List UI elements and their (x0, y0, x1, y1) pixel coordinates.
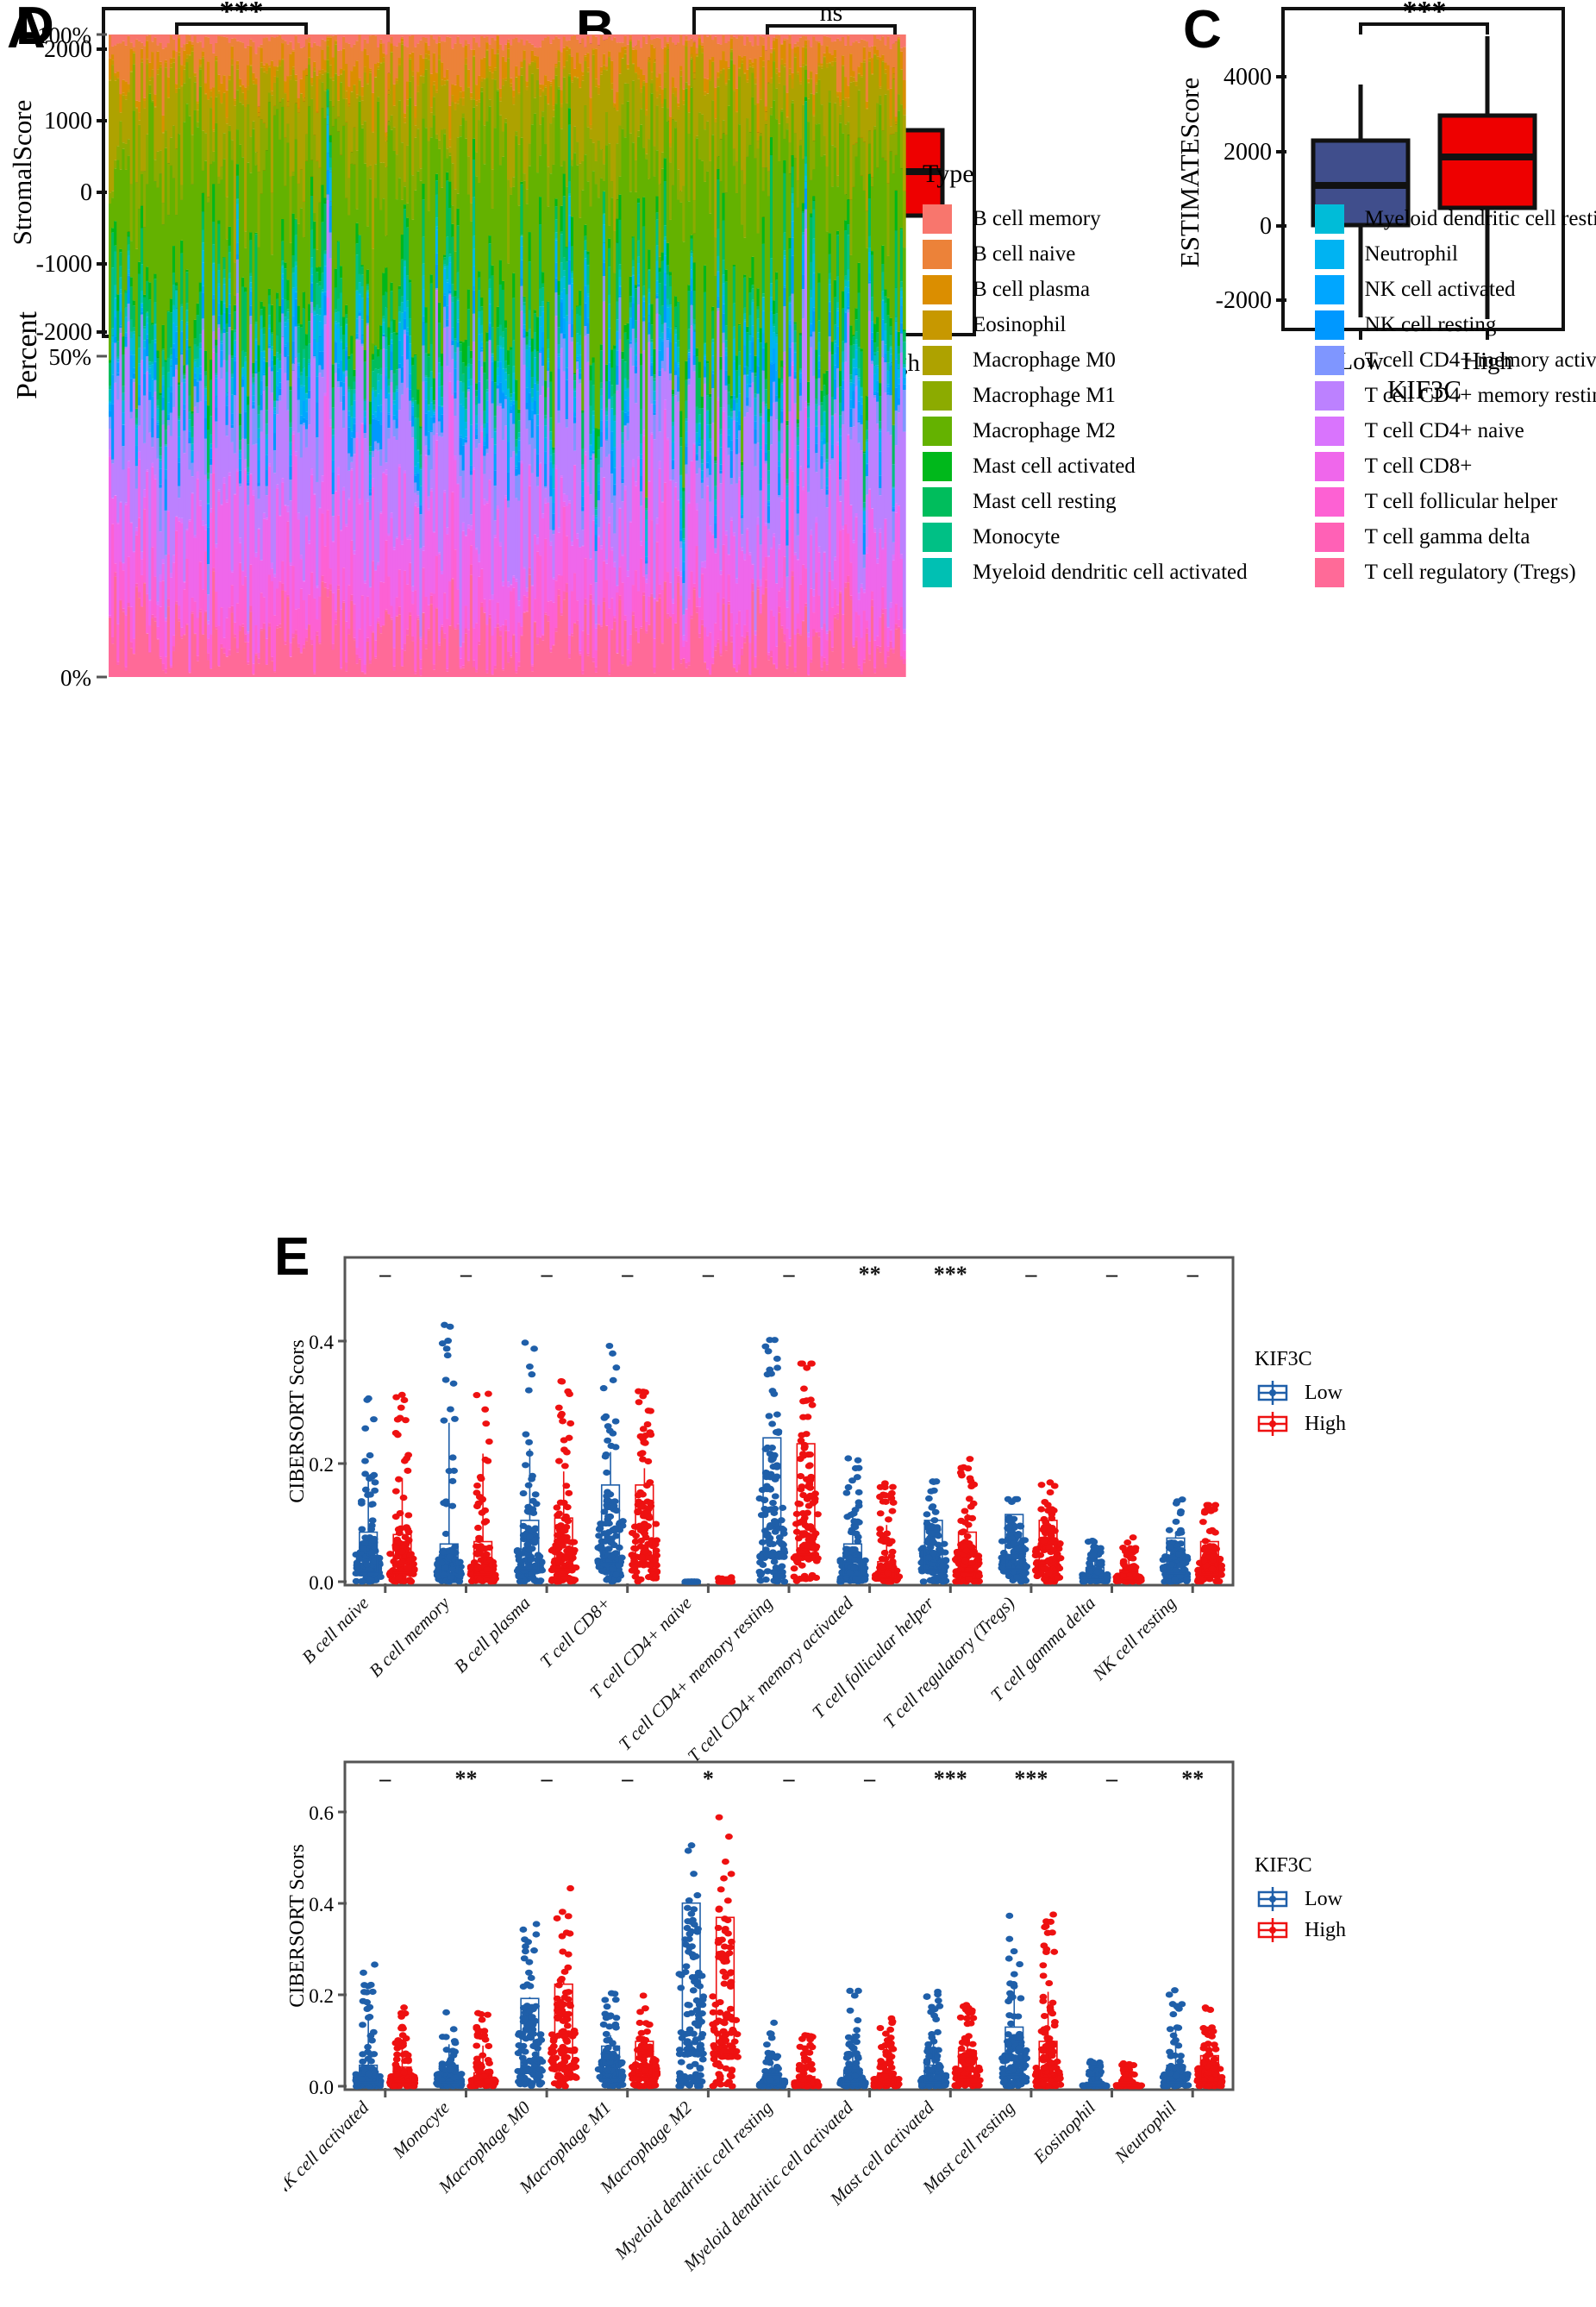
panel-d-stacked-bars (109, 34, 906, 677)
panel-d-ytick-1: 50% (49, 344, 92, 370)
panel-d-ytick-2: 0% (60, 665, 91, 691)
panel-d-ytick-0: 100% (37, 22, 91, 48)
panel-d: D 100% 50% 0% Percent Type B cell memory… (0, 0, 1596, 802)
panel-d-chart: 100% 50% 0% Percent (0, 0, 914, 802)
panel-d-ylabel: Percent (11, 310, 43, 399)
